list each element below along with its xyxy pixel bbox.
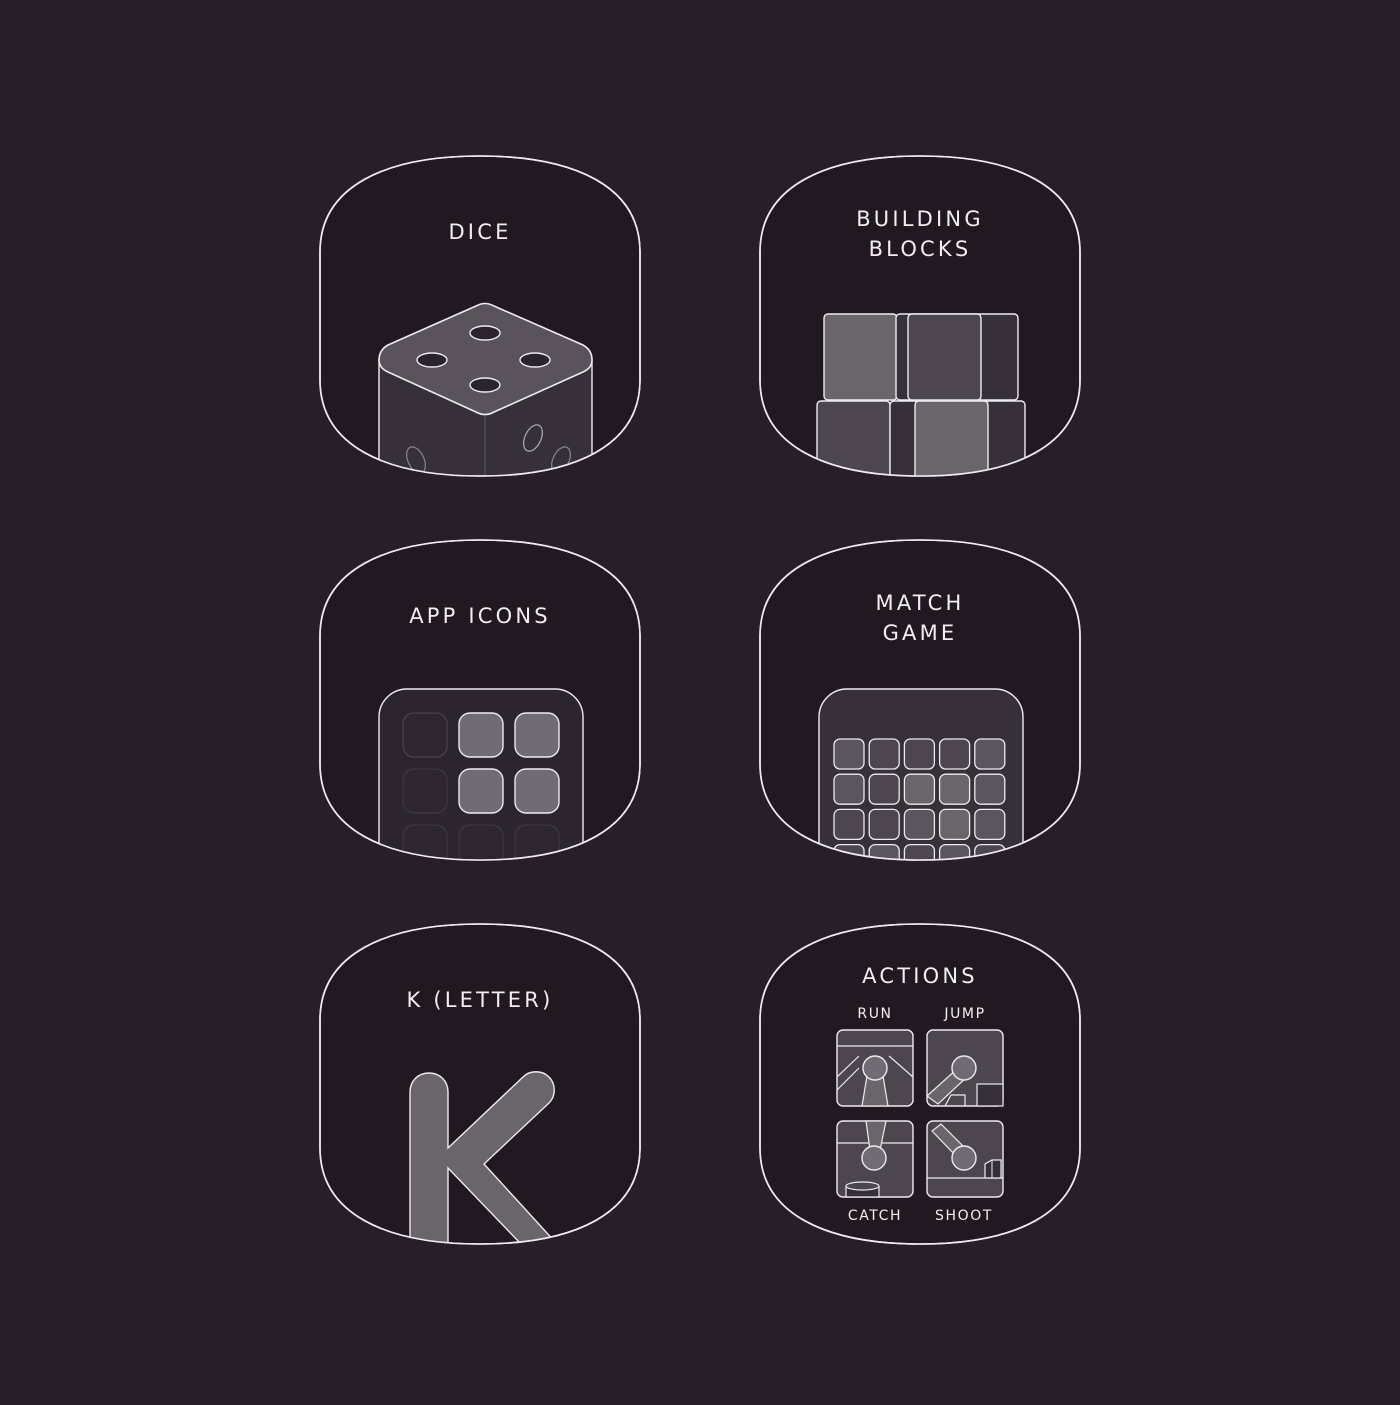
- match-cell: [974, 738, 1006, 770]
- tile-actions-title: ACTIONS: [862, 964, 978, 988]
- action-jump-icon[interactable]: [926, 1029, 1004, 1107]
- match-cell: [974, 808, 1006, 841]
- tile-dice[interactable]: DICE: [319, 155, 641, 477]
- match-cell: [938, 738, 971, 770]
- match-cell: [974, 843, 1006, 860]
- match-cell: [974, 773, 1006, 805]
- match-cell: [868, 738, 900, 770]
- tile-k-letter[interactable]: K (LETTER): [319, 923, 641, 1245]
- icon-sheet-canvas: DICE BUILDING BLOCKS APP ICONS MATCH GAM…: [319, 155, 1081, 1245]
- match-cell: [903, 738, 936, 770]
- icon-sheet: DICE BUILDING BLOCKS APP ICONS MATCH GAM…: [0, 0, 1400, 1400]
- action-run-label: RUN: [857, 1006, 892, 1022]
- match-cell: [868, 808, 900, 841]
- match-cell: [938, 808, 971, 841]
- match-cell: [868, 773, 900, 805]
- match-cell: [833, 773, 865, 805]
- action-catch-icon[interactable]: [836, 1120, 914, 1198]
- match-cell: [833, 808, 865, 841]
- match-cell: [833, 843, 865, 860]
- action-shoot-icon[interactable]: [926, 1120, 1004, 1198]
- tile-dice-title: DICE: [448, 220, 511, 244]
- tile-building-blocks-title-line-1: BUILDING: [856, 207, 984, 231]
- action-shoot-label: SHOOT: [935, 1208, 993, 1224]
- tile-match-game-title-line-1: MATCH: [876, 591, 965, 615]
- tile-app-icons-title: APP ICONS: [409, 604, 551, 628]
- building-blocks-icon: [816, 313, 1026, 476]
- match-cell: [903, 773, 936, 805]
- tile-match-game[interactable]: MATCH GAME: [759, 539, 1081, 889]
- tile-match-game-title-line-2: GAME: [883, 621, 958, 645]
- tile-building-blocks[interactable]: BUILDING BLOCKS: [759, 155, 1081, 487]
- action-catch-label: CATCH: [848, 1208, 902, 1224]
- tile-k-letter-title: K (LETTER): [407, 988, 554, 1012]
- match-cell: [938, 773, 971, 805]
- match-cell: [833, 738, 865, 770]
- app-grid-icon: [378, 688, 584, 860]
- tile-actions[interactable]: ACTIONS RUN JUMP CATCH SHOOT: [759, 923, 1081, 1245]
- match-grid-icon: [818, 688, 1024, 860]
- tile-building-blocks-title-line-2: BLOCKS: [869, 237, 972, 261]
- match-cell: [903, 808, 936, 841]
- action-jump-label: JUMP: [943, 1006, 985, 1022]
- action-run-icon[interactable]: [836, 1029, 914, 1107]
- tile-app-icons[interactable]: APP ICONS: [319, 539, 641, 889]
